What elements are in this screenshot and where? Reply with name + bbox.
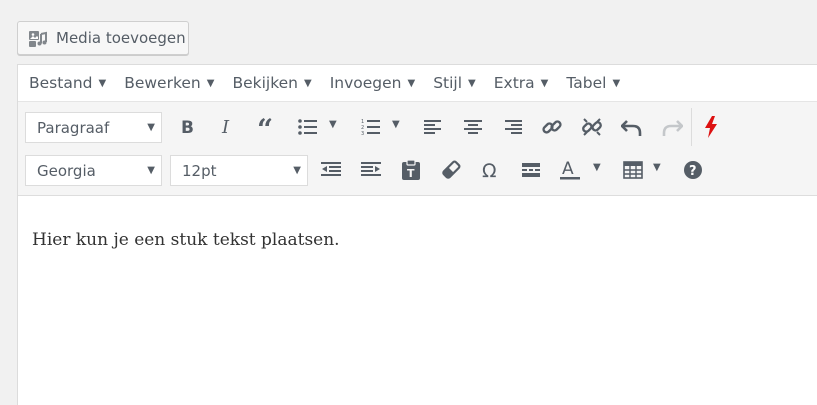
caret-down-icon: ▼: [407, 77, 416, 89]
toolbar: Paragraaf ▼ B I “ ▼ 123 ▼ Georgia ▼ 12pt…: [18, 102, 817, 196]
svg-text:I: I: [221, 118, 230, 136]
text-color-icon: A: [559, 159, 581, 181]
special-character-button[interactable]: Ω: [480, 155, 502, 185]
table-icon: [623, 161, 643, 179]
remove-link-button[interactable]: [580, 112, 604, 142]
menu-label: Stijl: [433, 74, 463, 92]
format-select-value: Paragraaf: [37, 118, 110, 137]
caret-down-icon: ▼: [147, 122, 155, 133]
outdent-button[interactable]: [320, 155, 342, 185]
clear-formatting-button[interactable]: [440, 155, 462, 185]
menu-label: Bekijken: [232, 74, 298, 92]
font-family-value: Georgia: [37, 161, 96, 180]
indent-button[interactable]: [360, 155, 382, 185]
numbered-list-caret-icon[interactable]: ▼: [392, 119, 400, 130]
lightning-icon: [703, 115, 719, 139]
insert-link-button[interactable]: [540, 112, 564, 142]
unlink-icon: [581, 116, 603, 138]
caret-down-icon: ▼: [293, 165, 301, 176]
align-center-button[interactable]: [462, 112, 484, 142]
menu-bestand[interactable]: Bestand ▼: [29, 74, 106, 92]
add-media-button[interactable]: Media toevoegen: [17, 21, 189, 55]
table-caret-icon[interactable]: ▼: [653, 162, 661, 173]
font-family-select[interactable]: Georgia ▼: [25, 155, 162, 186]
clipboard-icon: T: [401, 159, 421, 181]
svg-text:T: T: [407, 167, 415, 180]
menu-extra[interactable]: Extra ▼: [494, 74, 549, 92]
align-center-icon: [463, 119, 483, 135]
italic-icon: I: [221, 118, 235, 136]
text-color-button[interactable]: A: [558, 155, 582, 185]
blockquote-button[interactable]: “: [256, 112, 280, 142]
caret-down-icon: ▼: [206, 77, 215, 89]
table-button[interactable]: [622, 155, 644, 185]
indent-icon: [360, 161, 382, 179]
font-size-value: 12pt: [182, 161, 217, 180]
svg-text:3: 3: [361, 131, 364, 136]
align-left-button[interactable]: [422, 112, 444, 142]
editor-content-area[interactable]: Hier kun je een stuk tekst plaatsen.: [18, 196, 817, 250]
caret-down-icon: ▼: [98, 77, 107, 89]
insert-more-tag-button[interactable]: [520, 155, 542, 185]
numbered-list-button[interactable]: 123: [360, 112, 382, 142]
svg-text:B: B: [181, 118, 194, 136]
toggle-toolbar-button[interactable]: [701, 112, 721, 142]
eraser-icon: [441, 160, 461, 180]
align-right-icon: [503, 119, 523, 135]
menubar: Bestand ▼ Bewerken ▼ Bekijken ▼ Invoegen ▼ S…: [18, 65, 817, 102]
outdent-icon: [320, 161, 342, 179]
bullet-list-icon: [298, 119, 318, 135]
redo-button[interactable]: [660, 112, 684, 142]
caret-down-icon: ▼: [147, 165, 155, 176]
add-media-icon: [28, 28, 48, 48]
toolbar-row-2: Georgia ▼ 12pt ▼ T Ω A ▼ ▼ ?: [18, 153, 817, 187]
italic-button[interactable]: I: [218, 112, 238, 142]
bold-icon: B: [181, 118, 195, 136]
bullet-list-caret-icon[interactable]: ▼: [329, 119, 337, 130]
font-size-select[interactable]: 12pt ▼: [170, 155, 308, 186]
menu-bewerken[interactable]: Bewerken ▼: [124, 74, 214, 92]
toolbar-row-1: Paragraaf ▼ B I “ ▼ 123 ▼: [18, 108, 817, 146]
svg-text:“: “: [257, 118, 273, 136]
help-icon: ?: [683, 160, 703, 180]
redo-icon: [661, 117, 683, 137]
caret-down-icon: ▼: [468, 77, 476, 89]
menu-tabel[interactable]: Tabel ▼: [566, 74, 620, 92]
menu-label: Bestand: [29, 74, 93, 92]
editor: Bestand ▼ Bewerken ▼ Bekijken ▼ Invoegen ▼ S…: [17, 64, 817, 405]
read-more-icon: [521, 162, 541, 178]
menu-bekijken[interactable]: Bekijken ▼: [232, 74, 311, 92]
menu-label: Bewerken: [124, 74, 201, 92]
menu-label: Invoegen: [329, 74, 402, 92]
undo-icon: [621, 117, 643, 137]
align-right-button[interactable]: [502, 112, 524, 142]
omega-icon: Ω: [481, 160, 501, 180]
add-media-label: Media toevoegen: [56, 29, 186, 47]
undo-button[interactable]: [620, 112, 644, 142]
help-button[interactable]: ?: [682, 155, 704, 185]
text-color-caret-icon[interactable]: ▼: [593, 162, 601, 173]
caret-down-icon: ▼: [303, 77, 312, 89]
bullet-list-button[interactable]: [297, 112, 319, 142]
menu-label: Extra: [493, 74, 535, 92]
format-select[interactable]: Paragraaf ▼: [25, 112, 162, 143]
caret-down-icon: ▼: [540, 77, 549, 89]
menu-label: Tabel: [566, 74, 607, 92]
link-icon: [541, 116, 563, 138]
quote-icon: “: [257, 118, 279, 136]
toolbar-separator: [691, 108, 692, 146]
paste-as-text-button[interactable]: T: [400, 155, 422, 185]
svg-text:Ω: Ω: [482, 160, 497, 180]
menu-stijl[interactable]: Stijl ▼: [433, 74, 476, 92]
caret-down-icon: ▼: [612, 77, 621, 89]
editor-paragraph[interactable]: Hier kun je een stuk tekst plaatsen.: [32, 230, 817, 250]
align-left-icon: [423, 119, 443, 135]
bold-button[interactable]: B: [178, 112, 198, 142]
menu-invoegen[interactable]: Invoegen ▼: [330, 74, 416, 92]
svg-text:A: A: [562, 159, 574, 179]
svg-text:?: ?: [689, 164, 697, 179]
numbered-list-icon: 123: [361, 118, 381, 136]
